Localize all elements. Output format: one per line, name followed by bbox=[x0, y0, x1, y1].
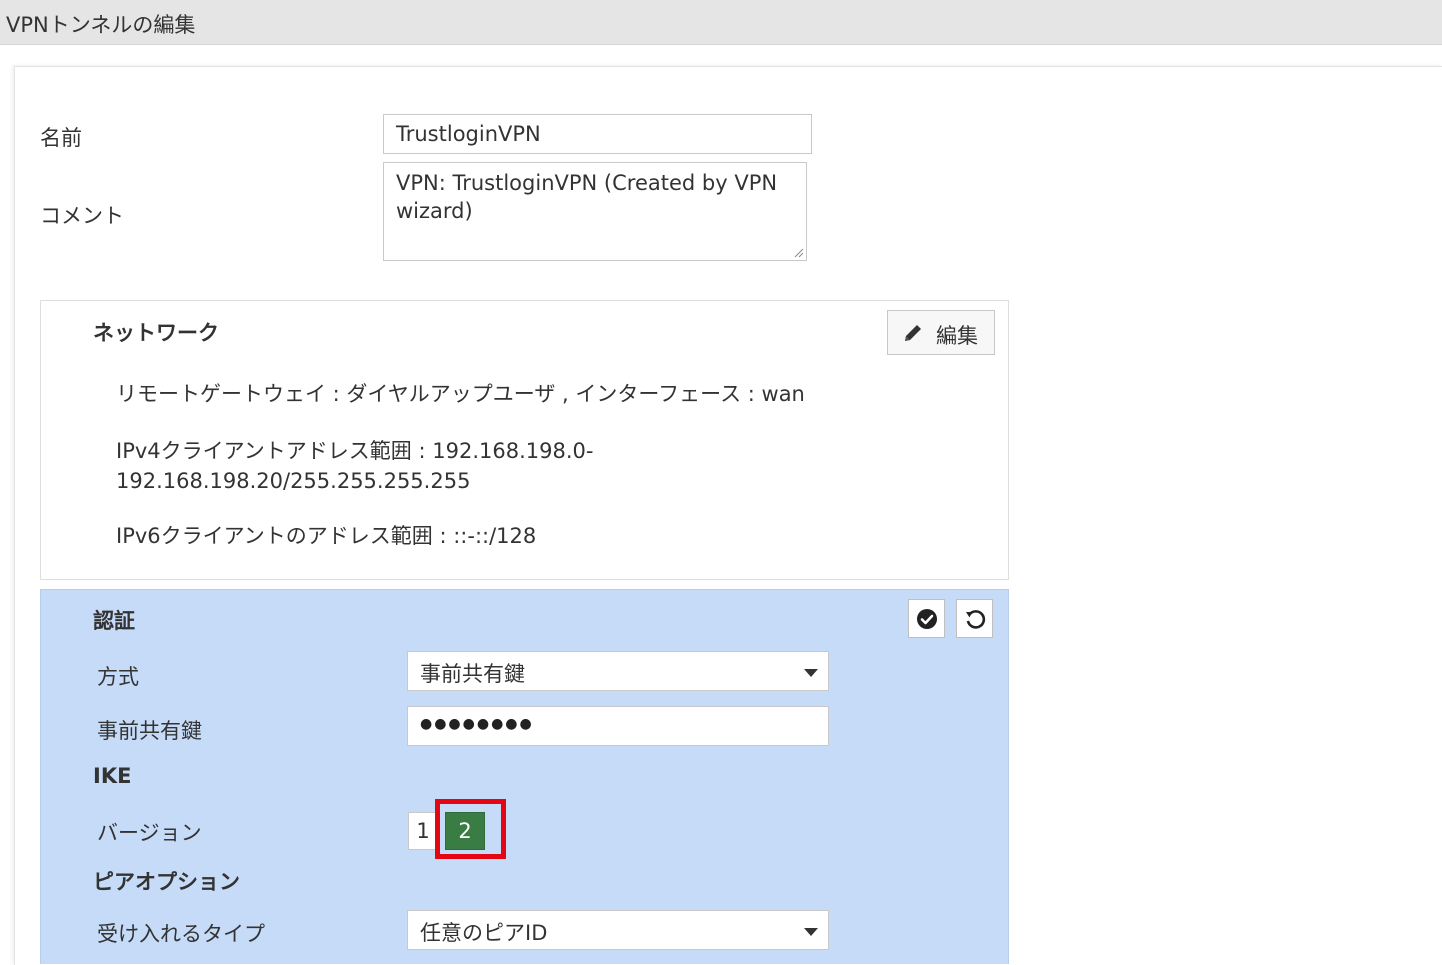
peer-options-heading: ピアオプション bbox=[93, 870, 240, 894]
comment-textarea[interactable]: VPN: TrustloginVPN (Created by VPN wizar… bbox=[383, 162, 807, 261]
accept-type-label: 受け入れるタイプ bbox=[97, 922, 265, 946]
psk-label: 事前共有鍵 bbox=[97, 719, 202, 743]
psk-input-value: ●●●●●●●● bbox=[420, 716, 534, 732]
caret-down-icon bbox=[804, 669, 818, 677]
method-select-value: 事前共有鍵 bbox=[420, 662, 525, 686]
psk-input[interactable]: ●●●●●●●● bbox=[407, 706, 829, 746]
window-title: VPNトンネルの編集 bbox=[6, 13, 196, 37]
network-edit-button[interactable]: 編集 bbox=[887, 310, 995, 355]
auth-heading: 認証 bbox=[93, 609, 135, 633]
accept-type-select[interactable]: 任意のピアID bbox=[407, 910, 829, 950]
ipv4-range-text-line1: IPv4クライアントアドレス範囲 : 192.168.198.0- bbox=[116, 439, 594, 463]
accept-type-select-value: 任意のピアID bbox=[420, 921, 548, 945]
method-select[interactable]: 事前共有鍵 bbox=[407, 651, 829, 691]
pencil-icon bbox=[905, 325, 921, 341]
network-edit-label: 編集 bbox=[936, 324, 978, 348]
check-circle-icon bbox=[917, 609, 937, 629]
version-label: バージョン bbox=[97, 821, 202, 845]
ipv4-range-text-line2: 192.168.198.20/255.255.255.255 bbox=[116, 469, 471, 493]
ike-heading: IKE bbox=[93, 764, 132, 788]
version-option-1[interactable]: 1 bbox=[408, 812, 438, 850]
name-input-value: TrustloginVPN bbox=[396, 122, 541, 146]
ipv6-range-text: IPv6クライアントのアドレス範囲 : ::-::/128 bbox=[116, 524, 537, 548]
comment-label: コメント bbox=[40, 204, 124, 228]
revert-button[interactable] bbox=[956, 599, 993, 638]
name-label: 名前 bbox=[40, 126, 82, 150]
method-label: 方式 bbox=[97, 665, 139, 689]
remote-gateway-text: リモートゲートウェイ : ダイヤルアップユーザ , インターフェース : wan bbox=[116, 382, 805, 406]
undo-icon bbox=[966, 610, 986, 629]
caret-down-icon bbox=[804, 928, 818, 936]
resize-grip-icon[interactable] bbox=[793, 247, 804, 258]
apply-button[interactable] bbox=[908, 599, 945, 638]
network-heading: ネットワーク bbox=[93, 321, 219, 345]
authentication-section bbox=[40, 589, 1009, 964]
highlight-annotation bbox=[435, 799, 506, 859]
comment-textarea-value: VPN: TrustloginVPN (Created by VPN wizar… bbox=[396, 171, 778, 223]
window-titlebar: VPNトンネルの編集 bbox=[0, 0, 1442, 45]
name-input[interactable]: TrustloginVPN bbox=[383, 114, 812, 154]
